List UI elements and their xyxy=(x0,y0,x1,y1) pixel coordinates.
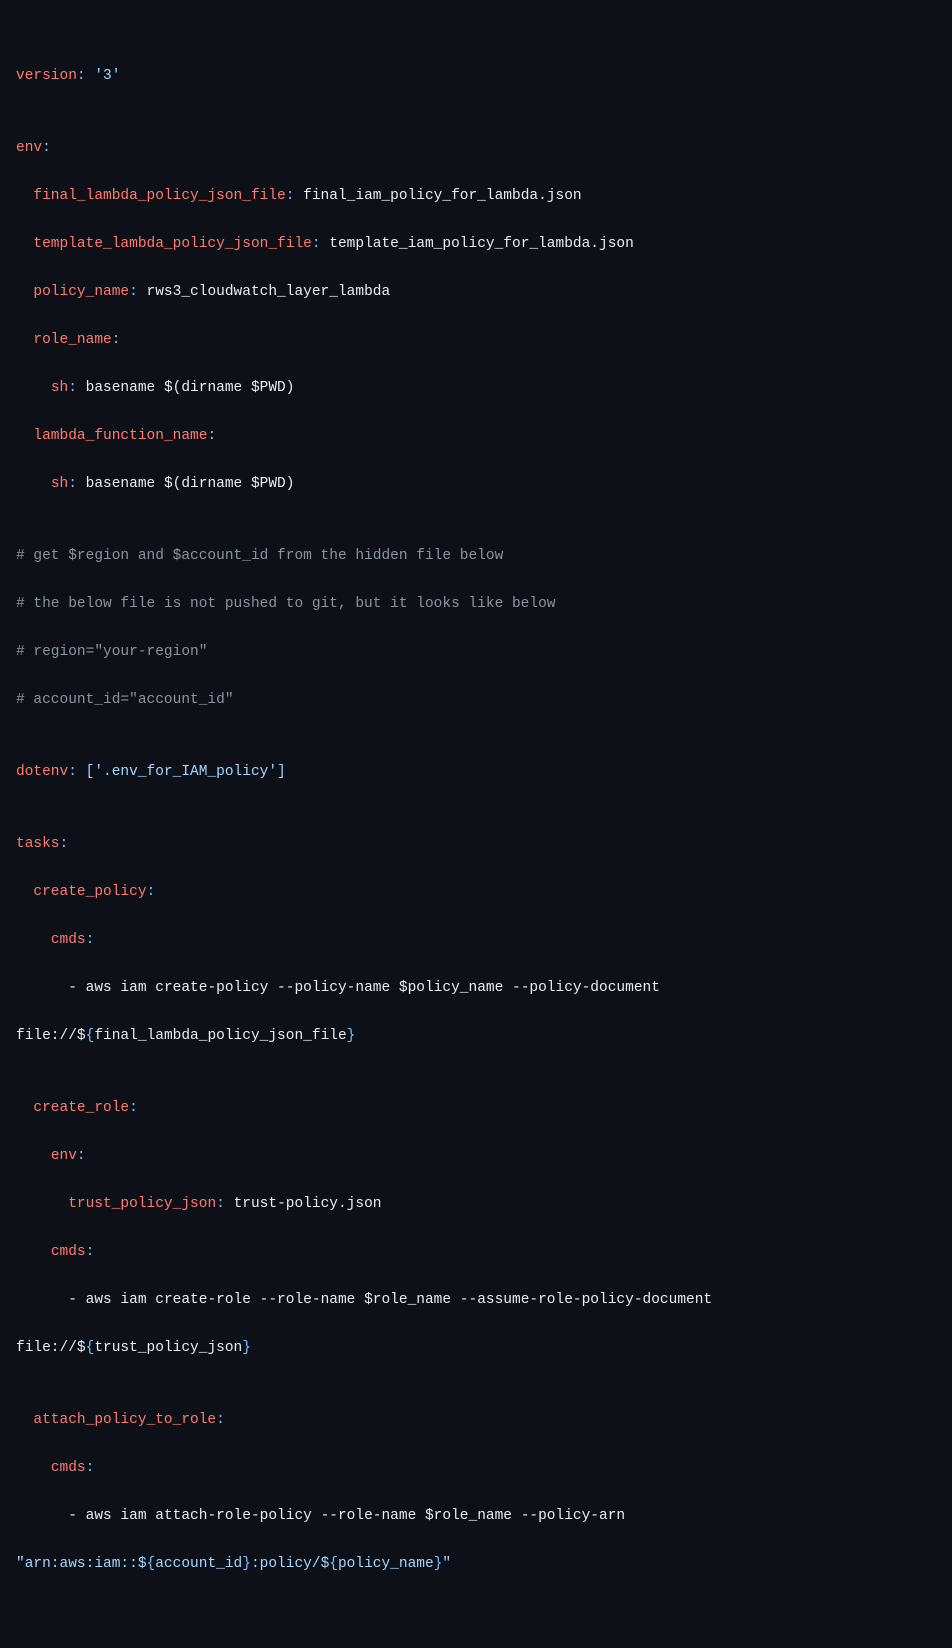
brace: { xyxy=(329,1556,338,1572)
colon: : xyxy=(207,428,216,444)
brace: } xyxy=(347,1028,356,1044)
code-block: version: '3' env: final_lambda_policy_js… xyxy=(16,64,936,1576)
command-text: aws iam attach-role-policy --role-name $… xyxy=(86,1508,634,1524)
colon: : xyxy=(42,140,51,156)
colon: : xyxy=(77,1148,86,1164)
yaml-key: create_policy xyxy=(33,884,146,900)
colon: : xyxy=(68,476,77,492)
yaml-key: lambda_function_name xyxy=(33,428,207,444)
string-literal: :policy/$ xyxy=(251,1556,329,1572)
yaml-key: dotenv xyxy=(16,764,68,780)
brace: { xyxy=(86,1340,95,1356)
string-literal: " xyxy=(442,1556,451,1572)
var-name: final_lambda_policy_json_file xyxy=(94,1028,346,1044)
yaml-value: basename $(dirname $PWD) xyxy=(86,476,295,492)
colon: : xyxy=(60,836,69,852)
command-text: aws iam create-role --role-name $role_na… xyxy=(86,1292,721,1308)
comment: # account_id="account_id" xyxy=(16,688,936,712)
yaml-key: attach_policy_to_role xyxy=(33,1412,216,1428)
yaml-key: policy_name xyxy=(33,284,129,300)
brace: } xyxy=(242,1556,251,1572)
yaml-key: template_lambda_policy_json_file xyxy=(33,236,311,252)
var-name: trust_policy_json xyxy=(94,1340,242,1356)
yaml-key: env xyxy=(51,1148,77,1164)
yaml-key: cmds xyxy=(51,1460,86,1476)
colon: : xyxy=(216,1196,225,1212)
yaml-value: trust-policy.json xyxy=(234,1196,382,1212)
yaml-value: rws3_cloudwatch_layer_lambda xyxy=(147,284,391,300)
brace: } xyxy=(242,1340,251,1356)
yaml-key: sh xyxy=(51,380,68,396)
colon: : xyxy=(86,1460,95,1476)
yaml-value: template_iam_policy_for_lambda.json xyxy=(329,236,634,252)
brace: { xyxy=(147,1556,156,1572)
yaml-value: '3' xyxy=(94,68,120,84)
yaml-key: trust_policy_json xyxy=(68,1196,216,1212)
comment: # region="your-region" xyxy=(16,640,936,664)
colon: : xyxy=(312,236,321,252)
yaml-key: cmds xyxy=(51,1244,86,1260)
colon: : xyxy=(77,68,86,84)
yaml-value: ['.env_for_IAM_policy'] xyxy=(86,764,286,780)
colon: : xyxy=(129,284,138,300)
string-literal: "arn:aws:iam::$ xyxy=(16,1556,147,1572)
brace: } xyxy=(434,1556,443,1572)
yaml-key: sh xyxy=(51,476,68,492)
colon: : xyxy=(86,1244,95,1260)
yaml-key: final_lambda_policy_json_file xyxy=(33,188,285,204)
list-dash: - xyxy=(68,980,85,996)
var-name: account_id xyxy=(155,1556,242,1572)
command-text: file://$ xyxy=(16,1028,86,1044)
colon: : xyxy=(86,932,95,948)
colon: : xyxy=(112,332,121,348)
command-text: aws iam create-policy --policy-name $pol… xyxy=(86,980,669,996)
yaml-value: final_iam_policy_for_lambda.json xyxy=(303,188,581,204)
yaml-key: cmds xyxy=(51,932,86,948)
colon: : xyxy=(216,1412,225,1428)
var-name: policy_name xyxy=(338,1556,434,1572)
colon: : xyxy=(68,764,77,780)
yaml-value: basename $(dirname $PWD) xyxy=(86,380,295,396)
colon: : xyxy=(147,884,156,900)
list-dash: - xyxy=(68,1508,85,1524)
command-text: file://$ xyxy=(16,1340,86,1356)
yaml-key: tasks xyxy=(16,836,60,852)
brace: { xyxy=(86,1028,95,1044)
list-dash: - xyxy=(68,1292,85,1308)
comment: # the below file is not pushed to git, b… xyxy=(16,592,936,616)
comment: # get $region and $account_id from the h… xyxy=(16,544,936,568)
yaml-key: env xyxy=(16,140,42,156)
colon: : xyxy=(68,380,77,396)
yaml-key: role_name xyxy=(33,332,111,348)
yaml-key: create_role xyxy=(33,1100,129,1116)
colon: : xyxy=(129,1100,138,1116)
yaml-key: version xyxy=(16,68,77,84)
